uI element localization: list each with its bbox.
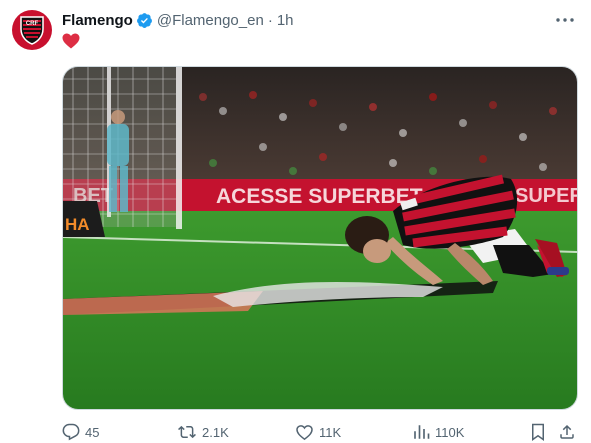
like-count: 11K (319, 424, 342, 440)
author-name[interactable]: Flamengo (62, 12, 133, 29)
repost-button[interactable]: 2.1K (177, 421, 229, 443)
ad-board-right-text: SUPER (515, 185, 578, 207)
red-heart-emoji-icon (62, 33, 80, 54)
sign-text: HA (65, 215, 90, 234)
reply-icon (62, 423, 80, 441)
action-bar: 45 2.1K 11K 110K (62, 421, 579, 443)
repost-icon (177, 423, 197, 441)
timestamp[interactable]: 1h (277, 12, 294, 29)
football-photo: BET ACESSE SUPERBET SUPER HA (63, 67, 578, 409)
bookmark-icon (530, 423, 546, 441)
views-button[interactable]: 110K (412, 421, 464, 443)
tweet-photo[interactable]: BET ACESSE SUPERBET SUPER HA (62, 66, 578, 410)
verified-badge-icon (136, 12, 153, 29)
author-handle[interactable]: @Flamengo_en (157, 12, 264, 29)
ad-board-text: ACESSE SUPERBET (216, 185, 423, 208)
svg-text:CRF: CRF (26, 21, 39, 27)
bookmark-button[interactable] (530, 421, 546, 443)
views-count: 110K (435, 424, 465, 440)
more-options-icon[interactable] (555, 10, 575, 30)
views-chart-icon (412, 423, 430, 441)
tweet-header: Flamengo @Flamengo_en · 1h (62, 10, 294, 30)
flamengo-crest-icon: CRF (20, 16, 44, 45)
share-button[interactable] (558, 421, 576, 443)
share-icon (558, 423, 576, 441)
avatar[interactable]: CRF (12, 10, 52, 50)
separator-dot: · (267, 11, 273, 29)
reply-button[interactable]: 45 (62, 421, 99, 443)
reply-count: 45 (85, 424, 100, 440)
repost-count: 2.1K (202, 424, 229, 440)
like-button[interactable]: 11K (295, 421, 341, 443)
heart-icon (295, 423, 314, 441)
